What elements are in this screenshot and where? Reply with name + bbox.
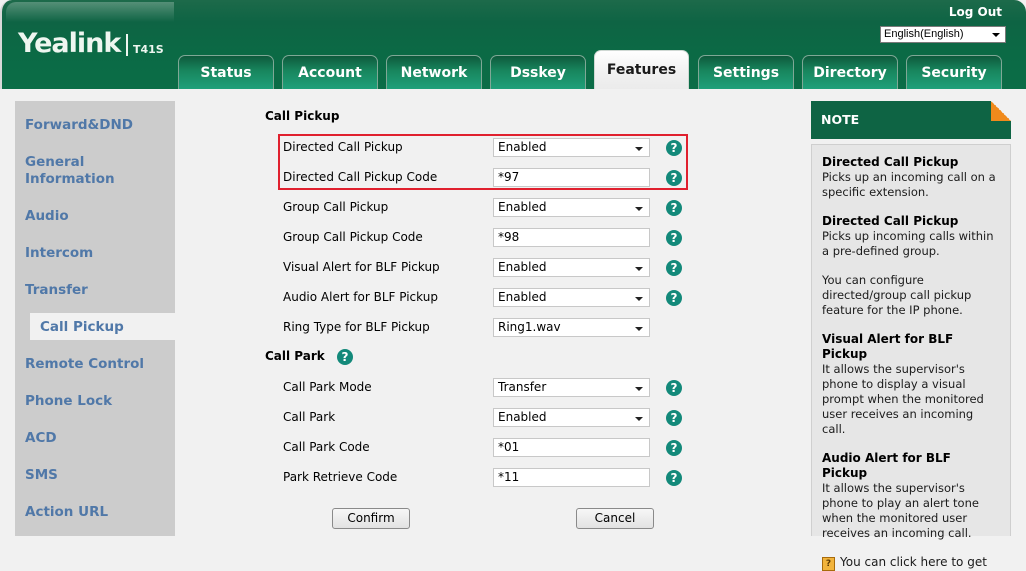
- note-block-title: Audio Alert for BLF Pickup: [822, 451, 951, 480]
- park-retrieve-code-input[interactable]: *11: [493, 468, 650, 487]
- select-value: Ring1.wav: [498, 320, 561, 334]
- sidebar-item-phone-lock[interactable]: Phone Lock: [25, 393, 112, 410]
- chevron-down-icon: [992, 33, 1000, 37]
- select-value: Enabled: [498, 410, 547, 424]
- cancel-button[interactable]: Cancel: [576, 508, 654, 529]
- tab-features[interactable]: Features: [594, 50, 689, 89]
- note-block-text: It allows the supervisor's phone to play…: [822, 481, 979, 540]
- select-value: Enabled: [498, 200, 547, 214]
- sidebar-item-acd[interactable]: ACD: [25, 430, 57, 447]
- chevron-down-icon: [635, 327, 643, 331]
- tab-security[interactable]: Security: [906, 55, 1002, 89]
- note-block-text: It allows the supervisor's phone to disp…: [822, 362, 984, 436]
- directed-call-pickup-select[interactable]: Enabled: [493, 138, 650, 157]
- sidebar-item-audio[interactable]: Audio: [25, 208, 69, 225]
- note-block: You can configure directed/group call pi…: [822, 273, 1000, 318]
- top-header: Yealink T41S Log Out English(English) St…: [0, 0, 1026, 89]
- note-block-title: Directed Call Pickup: [822, 214, 959, 228]
- group-call-pickup-select[interactable]: Enabled: [493, 198, 650, 217]
- note-block-text: Picks up an incoming call on a specific …: [822, 170, 996, 199]
- sidebar-item-action-url[interactable]: Action URL: [25, 504, 108, 521]
- note-block: Directed Call Pickup Picks up an incomin…: [822, 155, 1000, 200]
- tab-settings[interactable]: Settings: [698, 55, 794, 89]
- tab-account[interactable]: Account: [282, 55, 378, 89]
- help-icon[interactable]: ?: [666, 380, 682, 396]
- visual-alert-blf-select[interactable]: Enabled: [493, 258, 650, 277]
- model-label: T41S: [133, 43, 164, 56]
- chevron-down-icon: [635, 267, 643, 271]
- select-value: Enabled: [498, 140, 547, 154]
- confirm-button[interactable]: Confirm: [332, 508, 410, 529]
- directed-call-pickup-code-label: Directed Call Pickup Code: [283, 170, 438, 184]
- note-block-title: Directed Call Pickup: [822, 155, 959, 169]
- sidebar-item-forward-dnd[interactable]: Forward&DND: [25, 117, 133, 134]
- help-icon[interactable]: ?: [666, 470, 682, 486]
- note-block: Audio Alert for BLF Pickup It allows the…: [822, 451, 1000, 541]
- language-select[interactable]: English(English): [880, 26, 1006, 43]
- help-icon[interactable]: ?: [666, 290, 682, 306]
- help-icon[interactable]: ?: [666, 230, 682, 246]
- note-help-link[interactable]: ? You can click here to get: [822, 555, 1000, 571]
- call-park-code-label: Call Park Code: [283, 440, 370, 454]
- sidebar-item-call-pickup[interactable]: Call Pickup: [40, 319, 124, 336]
- sidebar-item-transfer[interactable]: Transfer: [25, 282, 88, 299]
- help-icon[interactable]: ?: [666, 410, 682, 426]
- note-block-text: Picks up incoming calls within a pre-def…: [822, 229, 994, 258]
- tab-status[interactable]: Status: [178, 55, 274, 89]
- sidebar-item-sms[interactable]: SMS: [25, 467, 58, 484]
- note-block: Directed Call Pickup Picks up incoming c…: [822, 214, 1000, 259]
- note-corner-fold: [991, 101, 1011, 121]
- group-call-pickup-code-input[interactable]: *98: [493, 228, 650, 247]
- chevron-down-icon: [635, 297, 643, 301]
- note-block-title: Visual Alert for BLF Pickup: [822, 332, 954, 361]
- logo-separator: [126, 34, 128, 56]
- help-icon[interactable]: ?: [666, 440, 682, 456]
- chevron-down-icon: [635, 147, 643, 151]
- group-call-pickup-code-label: Group Call Pickup Code: [283, 230, 423, 244]
- audio-alert-blf-label: Audio Alert for BLF Pickup: [283, 290, 438, 304]
- visual-alert-blf-label: Visual Alert for BLF Pickup: [283, 260, 440, 274]
- chevron-down-icon: [635, 387, 643, 391]
- select-value: Enabled: [498, 290, 547, 304]
- help-icon[interactable]: ?: [337, 349, 353, 365]
- sidebar-item-remote-control[interactable]: Remote Control: [25, 356, 144, 373]
- note-block-text: You can configure directed/group call pi…: [822, 273, 972, 317]
- help-book-icon: ?: [822, 557, 835, 571]
- select-value: Enabled: [498, 260, 547, 274]
- call-park-label: Call Park: [283, 410, 336, 424]
- help-icon[interactable]: ?: [666, 260, 682, 276]
- sidebar-item-general-information[interactable]: General Information: [25, 154, 135, 188]
- chevron-down-icon: [635, 417, 643, 421]
- ring-type-blf-label: Ring Type for BLF Pickup: [283, 320, 430, 334]
- note-header: NOTE: [811, 101, 1011, 139]
- help-icon[interactable]: ?: [666, 140, 682, 156]
- audio-alert-blf-select[interactable]: Enabled: [493, 288, 650, 307]
- help-icon[interactable]: ?: [666, 170, 682, 186]
- sidebar-item-intercom[interactable]: Intercom: [25, 245, 93, 262]
- call-park-mode-select[interactable]: Transfer: [493, 378, 650, 397]
- note-block: Visual Alert for BLF Pickup It allows th…: [822, 332, 1000, 437]
- logout-link[interactable]: Log Out: [949, 5, 1002, 19]
- call-park-mode-label: Call Park Mode: [283, 380, 372, 394]
- directed-call-pickup-label: Directed Call Pickup: [283, 140, 403, 154]
- group-call-pickup-label: Group Call Pickup: [283, 200, 389, 214]
- tab-dsskey[interactable]: Dsskey: [490, 55, 586, 89]
- call-park-heading: Call Park: [265, 349, 325, 363]
- note-panel: Directed Call Pickup Picks up an incomin…: [811, 144, 1011, 571]
- tab-network[interactable]: Network: [386, 55, 482, 89]
- chevron-down-icon: [635, 207, 643, 211]
- park-retrieve-code-label: Park Retrieve Code: [283, 470, 398, 484]
- call-park-code-input[interactable]: *01: [493, 438, 650, 457]
- brand-logo: Yealink: [18, 28, 121, 59]
- directed-call-pickup-code-input[interactable]: *97: [493, 168, 650, 187]
- ring-type-blf-select[interactable]: Ring1.wav: [493, 318, 650, 337]
- language-value: English(English): [884, 28, 964, 40]
- call-park-select[interactable]: Enabled: [493, 408, 650, 427]
- select-value: Transfer: [498, 380, 547, 394]
- call-pickup-heading: Call Pickup: [265, 109, 340, 123]
- note-help-link-text[interactable]: You can click here to get: [840, 555, 987, 570]
- tab-directory[interactable]: Directory: [802, 55, 898, 89]
- help-icon[interactable]: ?: [666, 200, 682, 216]
